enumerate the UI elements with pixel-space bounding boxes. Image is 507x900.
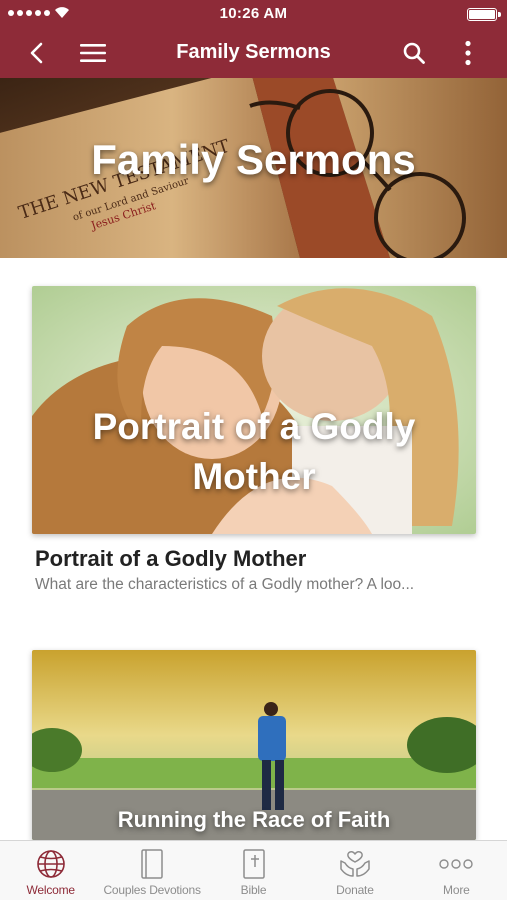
book-icon	[141, 849, 163, 879]
banner-title: Family Sermons	[91, 136, 416, 183]
search-button[interactable]	[397, 36, 431, 70]
tab-more[interactable]: More	[406, 841, 507, 900]
tab-couples-devotions[interactable]: Couples Devotions	[101, 841, 202, 900]
tab-label: More	[443, 883, 470, 897]
tab-welcome[interactable]: Welcome	[0, 841, 101, 900]
sermon-card-title[interactable]: Portrait of a Godly Mother	[32, 546, 476, 572]
tab-label: Bible	[240, 883, 267, 897]
tab-label: Couples Devotions	[103, 883, 201, 897]
sermon-card-overlay-title: Running the Race of Faith	[117, 807, 391, 832]
bible-cross-icon	[242, 849, 265, 879]
tab-bar: Welcome Couples Devotions Bible Donate M…	[0, 840, 507, 900]
tab-bible[interactable]: Bible	[203, 841, 304, 900]
more-vertical-icon	[465, 40, 471, 66]
sermon-card[interactable]: Portrait of a Godly Mother Portrait of a…	[32, 286, 476, 594]
battery-icon	[467, 8, 501, 21]
more-dots-icon	[439, 859, 474, 869]
status-bar: 10:26 AM	[0, 0, 507, 28]
giving-hands-icon	[340, 851, 370, 877]
sermon-card-image[interactable]: Portrait of a Godly Mother	[32, 286, 476, 534]
search-icon	[403, 42, 425, 64]
tab-donate[interactable]: Donate	[304, 841, 405, 900]
sermon-card-description: What are the characteristics of a Godly …	[35, 576, 415, 593]
status-time: 10:26 AM	[219, 5, 288, 22]
more-options-button[interactable]	[451, 36, 485, 70]
sermon-card[interactable]: Running the Race of Faith	[32, 650, 476, 840]
sermon-card-image[interactable]: Running the Race of Faith	[32, 650, 476, 840]
header-banner: THE NEW TESTAMENT of our Lord and Saviou…	[0, 78, 507, 258]
nav-bar: Family Sermons	[0, 28, 507, 78]
tab-label: Welcome	[26, 883, 76, 897]
tab-label: Donate	[336, 883, 374, 897]
globe-icon	[36, 850, 65, 878]
sermon-card-overlay-title: Portrait of a Godly Mother	[92, 406, 416, 497]
